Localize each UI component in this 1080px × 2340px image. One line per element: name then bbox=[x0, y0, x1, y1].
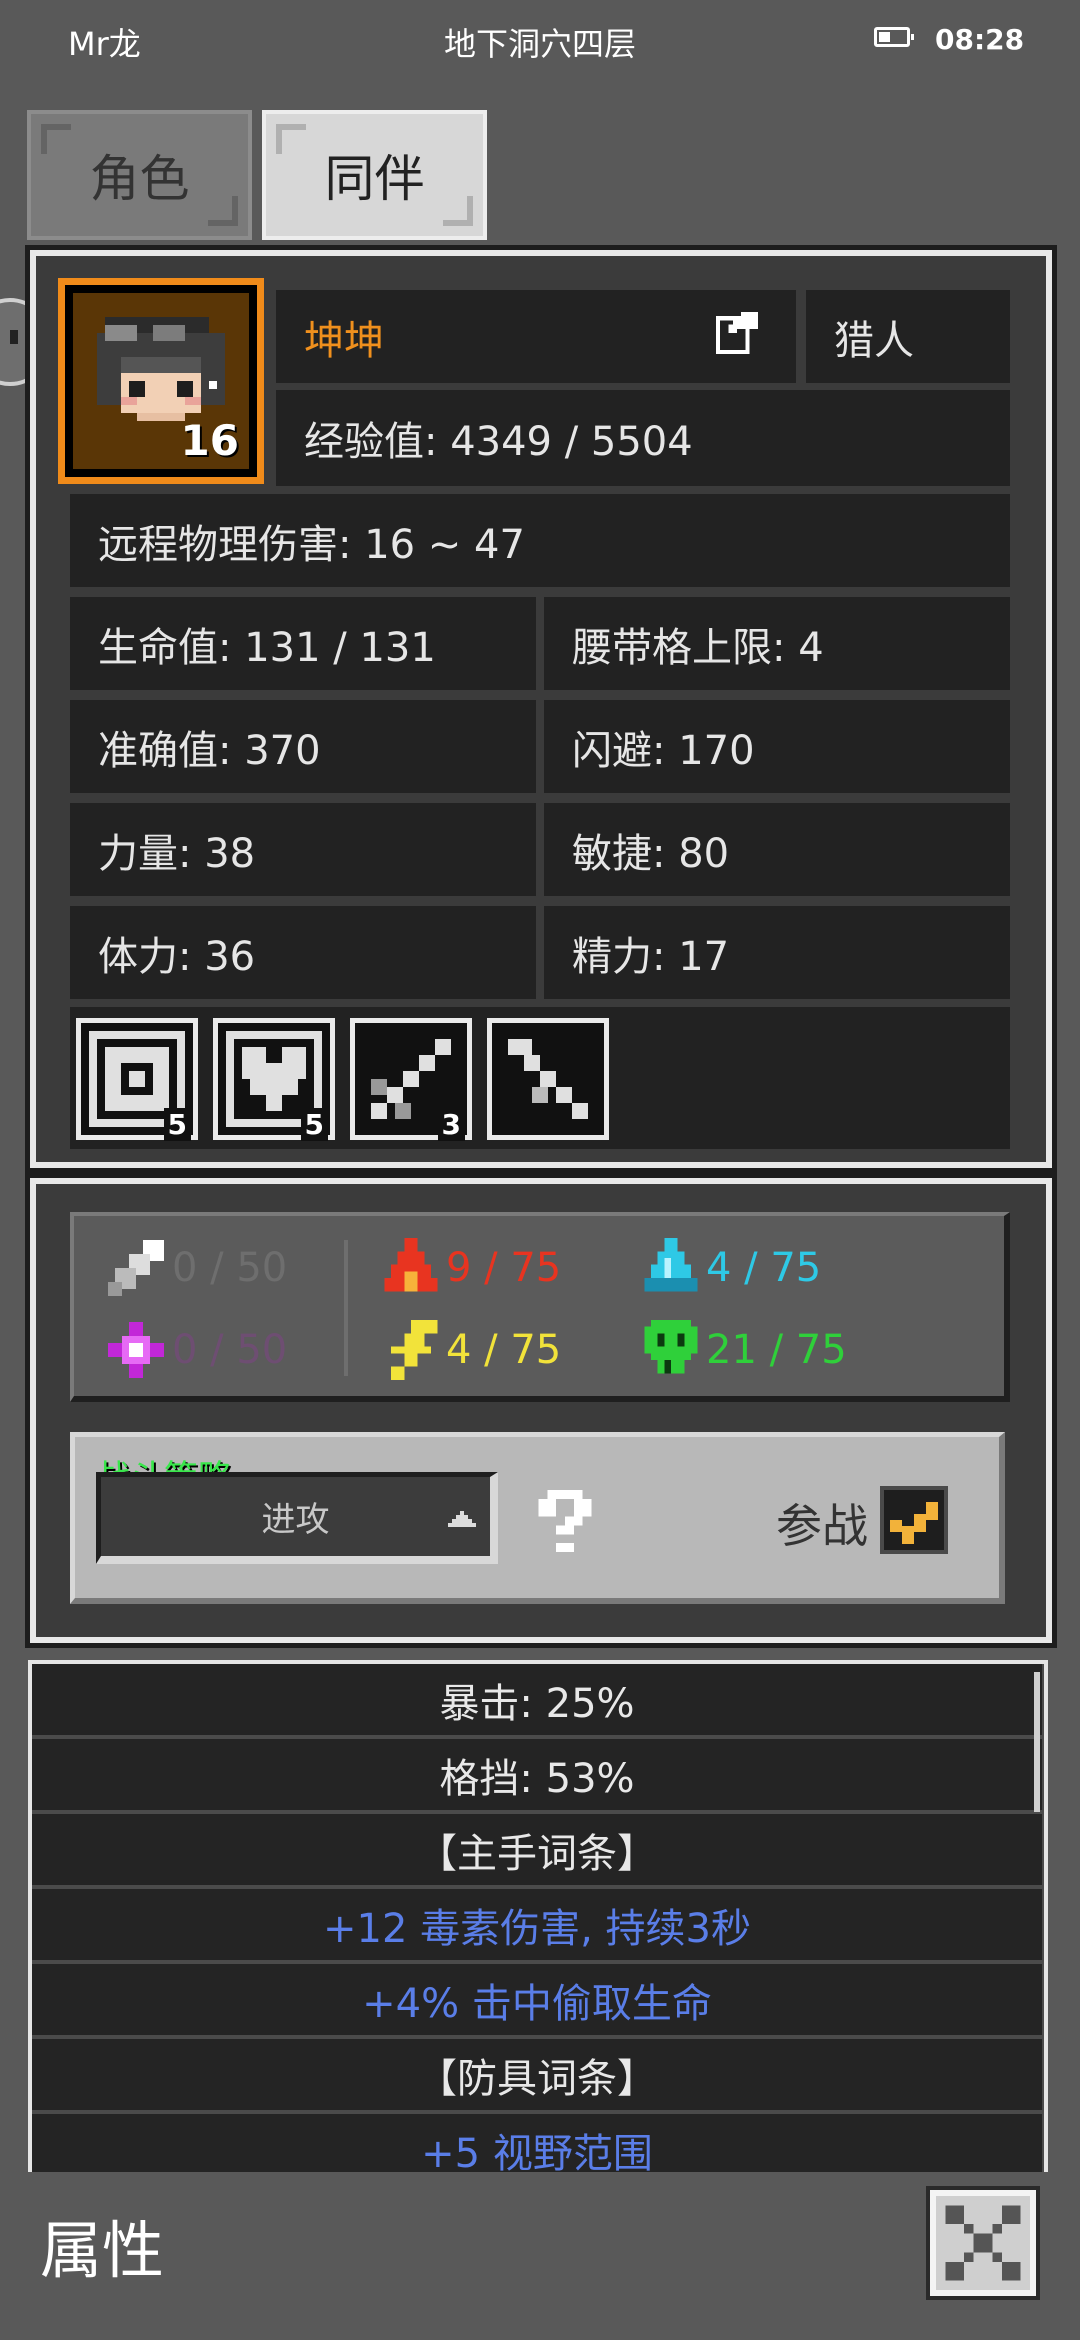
tab-companion[interactable]: 同伴 bbox=[262, 110, 487, 240]
bow-skill-icon bbox=[500, 1031, 596, 1127]
list-item: 【主手词条】 bbox=[32, 1814, 1042, 1885]
tab-character[interactable]: 角色 bbox=[27, 110, 252, 240]
attribute-list[interactable]: 暴击: 25% 格挡: 53% 【主手词条】 +12 毒素伤害, 持续3秒 +4… bbox=[28, 1660, 1048, 2172]
list-item: 格挡: 53% bbox=[32, 1739, 1042, 1810]
list-scrollbar[interactable] bbox=[1034, 1672, 1040, 1812]
skill-3-count: 3 bbox=[437, 1108, 465, 1141]
stat-dodge: 闪避: 170 bbox=[544, 700, 1010, 793]
damage-value: 远程物理伤害: 16 ~ 47 bbox=[70, 494, 1010, 587]
physical-resist-value: 0 / 50 bbox=[172, 1245, 288, 1291]
fire-resist-value: 9 / 75 bbox=[446, 1245, 562, 1291]
stat-belt-limit: 腰带格上限: 4 bbox=[544, 597, 1010, 690]
lightning-resist-value: 4 / 75 bbox=[446, 1327, 562, 1373]
list-item-affix: +4% 击中偷取生命 bbox=[32, 1964, 1042, 2035]
list-item-affix: +12 毒素伤害, 持续3秒 bbox=[32, 1889, 1042, 1960]
strategy-dropdown[interactable]: 进攻 bbox=[96, 1472, 498, 1564]
magic-resist-icon bbox=[108, 1322, 164, 1378]
help-question-icon[interactable] bbox=[535, 1490, 595, 1552]
clock: 08:28 bbox=[935, 23, 1025, 56]
skill-2-count: 5 bbox=[300, 1108, 328, 1141]
magic-resist-value: 0 / 50 bbox=[172, 1327, 288, 1373]
poison-resist-value: 21 / 75 bbox=[706, 1327, 847, 1373]
close-icon bbox=[945, 2205, 1021, 2281]
character-level: 16 bbox=[180, 416, 239, 465]
skill-slot-3[interactable]: 3 bbox=[350, 1018, 472, 1141]
join-battle-checkbox[interactable] bbox=[880, 1486, 948, 1554]
stat-hp: 生命值: 131 / 131 bbox=[70, 597, 536, 690]
skill-slot-1[interactable]: 5 bbox=[76, 1018, 198, 1141]
stat-accuracy: 准确值: 370 bbox=[70, 700, 536, 793]
list-item-affix: +5 视野范围 bbox=[32, 2114, 1042, 2172]
checkmark-icon bbox=[890, 1502, 938, 1544]
poison-resist-icon bbox=[644, 1320, 698, 1374]
stat-strength: 力量: 38 bbox=[70, 803, 536, 896]
skill-slot-2[interactable]: 5 bbox=[213, 1018, 335, 1141]
stat-agility: 敏捷: 80 bbox=[544, 803, 1010, 896]
battery-icon bbox=[874, 27, 914, 47]
ice-resist-icon bbox=[644, 1238, 698, 1292]
strategy-selected: 进攻 bbox=[261, 1500, 330, 1540]
tab-companion-label: 同伴 bbox=[324, 150, 425, 208]
skill-slot-4[interactable] bbox=[487, 1018, 609, 1140]
dropdown-arrow-icon bbox=[448, 1511, 476, 1527]
character-class: 猎人 bbox=[806, 290, 1010, 383]
list-item: 暴击: 25% bbox=[32, 1664, 1042, 1735]
stat-stamina: 体力: 36 bbox=[70, 906, 536, 999]
character-portrait[interactable]: 16 bbox=[58, 278, 264, 484]
location-title: 地下洞穴四层 bbox=[443, 25, 636, 63]
tab-character-label: 角色 bbox=[89, 150, 190, 208]
join-battle-label: 参战 bbox=[776, 1499, 868, 1553]
fire-resist-icon bbox=[384, 1238, 438, 1292]
ice-resist-value: 4 / 75 bbox=[706, 1245, 822, 1291]
skill-1-count: 5 bbox=[163, 1108, 191, 1141]
character-name-text: 坤坤 bbox=[304, 317, 384, 364]
physical-resist-icon bbox=[108, 1240, 164, 1296]
footer-title: 属性 bbox=[40, 2214, 165, 2287]
list-item: 【防具词条】 bbox=[32, 2039, 1042, 2110]
experience-value: 经验值: 4349 / 5504 bbox=[276, 390, 1010, 486]
rename-icon[interactable] bbox=[716, 312, 758, 354]
stat-energy: 精力: 17 bbox=[544, 906, 1010, 999]
close-button[interactable] bbox=[926, 2186, 1040, 2300]
lightning-resist-icon bbox=[391, 1320, 438, 1380]
